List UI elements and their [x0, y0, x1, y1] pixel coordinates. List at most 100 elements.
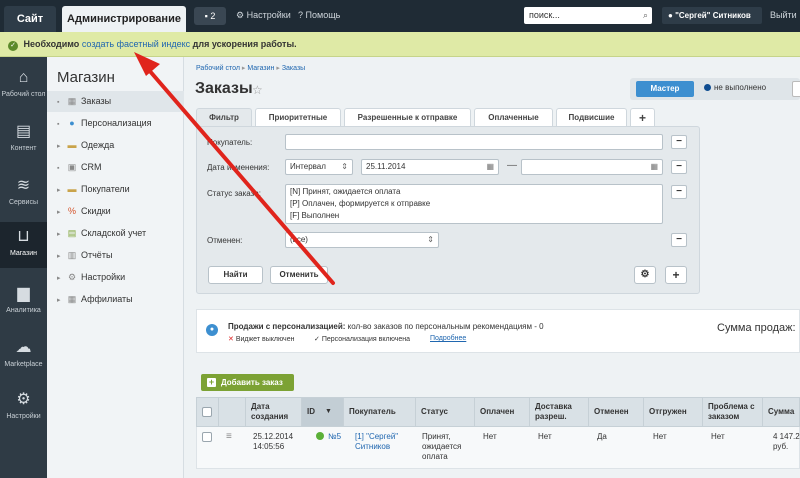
menu-item-settings[interactable]: ▸ ⚙ Настройки [47, 267, 184, 288]
nav-services[interactable]: ≋ Сервисы [0, 171, 47, 215]
user-name: "Сергей" Ситников [675, 11, 751, 20]
column-header-problem[interactable]: Проблема с заказом [703, 398, 763, 426]
nav-analytics[interactable]: ▆ Аналитика [0, 279, 47, 323]
personalization-panel: ● Продажи с персонализацией: кол-во зака… [196, 309, 800, 353]
date-to-input[interactable]: ▦ [521, 159, 663, 175]
cancel-button[interactable]: Отменить [270, 266, 328, 284]
breadcrumb-item[interactable]: Магазин [247, 65, 274, 72]
order-canceled: Да [597, 432, 607, 441]
gear-icon: ⚙ [16, 391, 31, 408]
column-header-canceled[interactable]: Отменен [589, 398, 644, 426]
find-button[interactable]: Найти [208, 266, 263, 284]
help-icon: ? [298, 10, 304, 20]
column-header-shipped[interactable]: Отгружен [644, 398, 703, 426]
gear-icon: ⚙ [640, 269, 650, 280]
column-header-id[interactable]: ID ▼ [302, 398, 344, 426]
remove-date-filter-button[interactable]: − [671, 160, 687, 174]
calendar-icon[interactable]: ▦ [650, 160, 658, 174]
chevron-right-icon[interactable]: ▸ [57, 246, 65, 267]
menu-item-crm[interactable]: ▪ ▣ CRM [47, 157, 184, 178]
more-link[interactable]: Подробнее [430, 335, 466, 342]
order-buyer-link[interactable]: [1] "Сергей" Ситников [355, 432, 415, 452]
nav-settings[interactable]: ⚙ Настройки [0, 385, 47, 429]
notifications-button[interactable]: ▪ 2 [194, 7, 226, 25]
status-option[interactable]: [F] Выполнен [290, 210, 662, 222]
add-filter-tab-button[interactable]: + [630, 108, 655, 126]
breadcrumb-item[interactable]: Рабочий стол [196, 65, 240, 72]
status-option[interactable]: [N] Принят, ожидается оплата [290, 186, 662, 198]
favorite-star-icon[interactable]: ☆ [252, 83, 263, 97]
master-extra-button[interactable] [792, 81, 800, 97]
canceled-select[interactable]: (все) ⇕ [285, 232, 439, 248]
top-bar: Сайт Администрирование ▪ 2 ⚙ Настройки ?… [0, 0, 800, 32]
column-header-paid[interactable]: Оплачен [475, 398, 530, 426]
date-mode-select[interactable]: Интервал ⇕ [285, 159, 353, 175]
table-row[interactable]: ≡ 25.12.2014 14:05:56 №5 [1] "Сергей" Си… [196, 427, 800, 469]
column-header-delivery[interactable]: Доставка разреш. [530, 398, 589, 426]
menu-item-warehouse[interactable]: ▸ ▤ Складской учет [47, 223, 184, 244]
filter-settings-button[interactable]: ⚙ [634, 266, 656, 284]
menu-item-buyers[interactable]: ▸ ▬ Покупатели [47, 179, 184, 200]
select-all-checkbox[interactable] [202, 407, 212, 417]
remove-buyer-filter-button[interactable]: − [671, 135, 687, 149]
remove-status-filter-button[interactable]: − [671, 185, 687, 199]
master-button[interactable]: Мастер [636, 81, 694, 97]
chevron-right-icon[interactable]: ▸ [57, 180, 65, 201]
tab-filter[interactable]: Фильтр [196, 108, 252, 126]
personalization-status: ✓ Персонализация включена [314, 335, 410, 343]
breadcrumb-item[interactable]: Заказы [282, 65, 305, 72]
buyer-input[interactable] [285, 134, 663, 150]
select-arrows-icon: ⇕ [341, 162, 348, 171]
nav-marketplace[interactable]: ☁ Marketplace [0, 333, 47, 377]
add-order-button[interactable]: + Добавить заказ [201, 374, 294, 391]
nav-desktop[interactable]: ⌂ Рабочий стол [0, 63, 47, 113]
search-icon[interactable]: ⌕ [643, 7, 648, 24]
tab-paid[interactable]: Оплаченные [474, 108, 553, 126]
row-menu-icon[interactable]: ≡ [226, 432, 232, 442]
tab-stuck[interactable]: Подвисшие [556, 108, 627, 126]
add-field-button[interactable]: + [665, 266, 687, 284]
logout-link[interactable]: Выйти [770, 10, 797, 20]
chevron-right-icon[interactable]: ▸ [57, 202, 65, 223]
bullet-icon: ▪ [57, 99, 60, 106]
order-id-link[interactable]: №5 [328, 432, 341, 441]
help-link[interactable]: ? Помощь [298, 10, 340, 20]
menu-item-personalization[interactable]: ▪ ● Персонализация [47, 113, 184, 134]
chevron-right-icon[interactable]: ▸ [57, 136, 65, 157]
tab-allowed-shipping[interactable]: Разрешенные к отправке [344, 108, 471, 126]
column-header-date[interactable]: Дата создания [246, 398, 302, 426]
calendar-icon[interactable]: ▦ [486, 160, 494, 174]
settings-link[interactable]: ⚙ Настройки [236, 10, 291, 21]
menu-item-orders[interactable]: ▪ ▦ Заказы [47, 91, 184, 112]
notice-suffix: для ускорения работы. [192, 39, 297, 49]
status-green-dot-icon [316, 432, 324, 440]
nav-shop[interactable]: ⊔ Магазин [0, 222, 47, 268]
status-multiselect[interactable]: [N] Принят, ожидается оплата [P] Оплачен… [285, 184, 663, 224]
row-checkbox[interactable] [202, 432, 212, 442]
menu-item-reports[interactable]: ▸ ▥ Отчёты [47, 245, 184, 266]
tab-priority[interactable]: Приоритетные [255, 108, 341, 126]
user-menu[interactable]: ● "Сергей" Ситников [662, 7, 762, 24]
chevron-right-icon[interactable]: ▸ [57, 224, 65, 245]
date-from-input[interactable]: 25.11.2014 ▦ [361, 159, 499, 175]
chevron-right-icon[interactable]: ▸ [57, 268, 65, 289]
column-header-sum[interactable]: Сумма [763, 398, 800, 426]
remove-canceled-filter-button[interactable]: − [671, 233, 687, 247]
search-input[interactable]: поиск... ⌕ [524, 7, 652, 24]
create-facet-index-link[interactable]: создать фасетный индекс [82, 39, 190, 49]
menu-item-affiliates[interactable]: ▸ ▦ Аффилиаты [47, 289, 184, 310]
menu-item-clothes[interactable]: ▸ ▬ Одежда [47, 135, 184, 156]
column-header-buyer[interactable]: Покупатель [344, 398, 416, 426]
plus-icon: + [672, 268, 680, 282]
status-option[interactable]: [P] Оплачен, формируется к отправке [290, 198, 662, 210]
nav-content[interactable]: ▤ Контент [0, 117, 47, 161]
search-value: поиск... [529, 10, 560, 20]
personalization-text: Продажи с персонализацией: кол-во заказо… [228, 322, 544, 331]
order-delivery: Нет [538, 432, 552, 441]
facet-index-notice: ✓ Необходимо создать фасетный индекс для… [0, 32, 800, 57]
menu-item-discounts[interactable]: ▸% Скидки [47, 201, 184, 222]
site-tab[interactable]: Сайт [4, 6, 56, 32]
chevron-right-icon[interactable]: ▸ [57, 290, 65, 311]
column-header-status[interactable]: Статус [416, 398, 475, 426]
admin-tab[interactable]: Администрирование [62, 6, 186, 32]
